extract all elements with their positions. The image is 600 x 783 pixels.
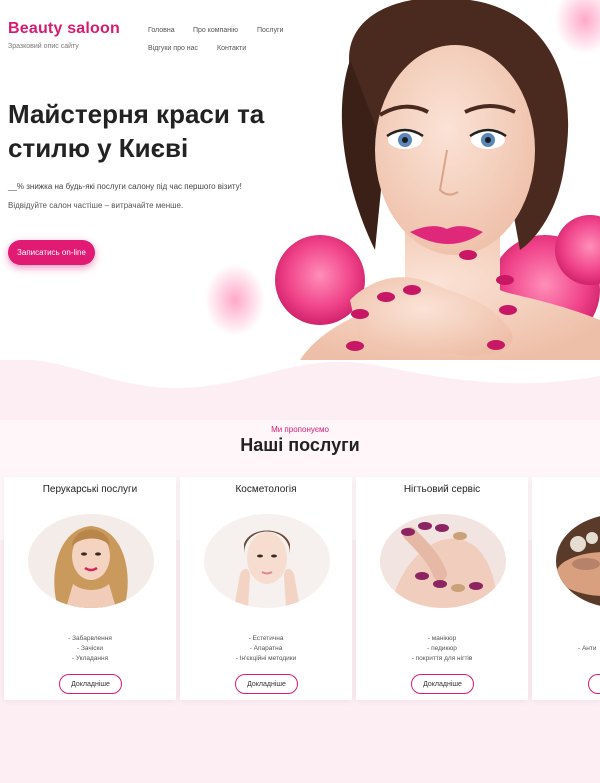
card-features: - манікюр - педикюр - покриття для нігті…	[356, 634, 528, 664]
card-title: Перукарські послуги	[42, 484, 138, 495]
list-item: - Естетична	[248, 635, 284, 642]
brand-subtitle: Зразковий опис сайту	[8, 43, 79, 50]
massage-photo-icon	[556, 514, 600, 608]
headline-line-1: Майстерня краси та	[8, 99, 265, 129]
services-title: Наші послуги	[240, 435, 360, 455]
card-title: Косметологія	[235, 484, 297, 495]
list-item: - манікюр	[427, 635, 457, 642]
card-features: - Естетична - Апаратна - Ін'єкційні мето…	[180, 634, 352, 664]
brand-logo-title[interactable]: Beauty saloon	[8, 20, 120, 38]
services-eyebrow: Ми пропонуємо	[271, 425, 329, 434]
card-features: - Анти	[578, 634, 600, 654]
promo-text: __% знижка на будь-які послуги салону пі…	[8, 182, 242, 191]
headline-line-2: стилю у Києві	[8, 133, 189, 163]
nav-item-home[interactable]: Головна	[148, 27, 175, 34]
nav-item-about[interactable]: Про компанію	[193, 27, 238, 34]
list-item: - Зачіски	[77, 645, 103, 652]
more-button[interactable]: Докладніше	[59, 674, 122, 694]
more-button[interactable]	[588, 674, 600, 694]
hero-headline: Майстерня краси та стилю у Києві	[8, 97, 308, 165]
list-item: - Укладання	[71, 655, 109, 662]
service-card-hair: Перукарські послуги - Забарвлення - Зачі…	[4, 477, 176, 700]
service-card-cosmetology: Косметологія - Естетична - Апаратна - Ін…	[180, 477, 352, 700]
more-button[interactable]: Докладніше	[235, 674, 298, 694]
list-item: - Анти	[578, 645, 597, 652]
service-card-massage: - Анти	[532, 477, 600, 700]
tagline-text: Відвідуйте салон частіше – витрачайте ме…	[8, 201, 184, 210]
card-title: Нігтьовий сервіс	[403, 484, 481, 495]
list-item: - Апаратна	[249, 645, 283, 652]
service-card-nails: Нігтьовий сервіс - манікюр - педикюр - п…	[356, 477, 528, 700]
hero-woman-image	[205, 0, 600, 360]
nav-item-services[interactable]: Послуги	[257, 27, 283, 34]
list-item: - педикюр	[427, 645, 457, 652]
hair-photo-icon	[28, 514, 154, 608]
brand: Beauty saloon Зразковий опис сайту	[8, 20, 120, 50]
list-item: - Забарвлення	[68, 635, 112, 642]
skin-photo-icon	[204, 514, 330, 608]
list-item: - Ін'єкційні методики	[235, 655, 297, 662]
nav-item-contacts[interactable]: Контакти	[217, 45, 246, 52]
hero-section: Beauty saloon Зразковий опис сайту Голов…	[0, 0, 600, 400]
list-item: - покриття для нігтів	[411, 655, 473, 662]
card-features: - Забарвлення - Зачіски - Укладання	[4, 634, 176, 664]
nails-photo-icon	[380, 514, 506, 608]
book-online-button[interactable]: Записатись on-line	[8, 240, 95, 265]
more-button[interactable]: Докладніше	[411, 674, 474, 694]
nav-item-reviews[interactable]: Відгуки про нас	[148, 45, 198, 52]
